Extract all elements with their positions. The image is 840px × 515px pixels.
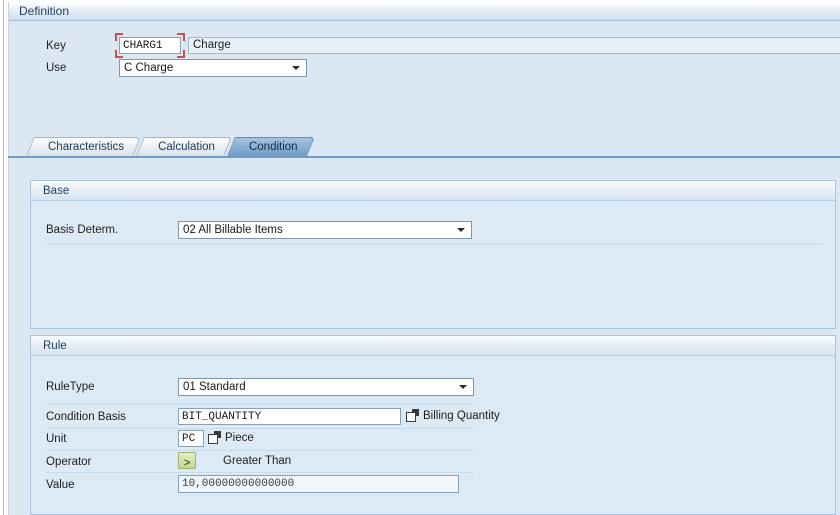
tab-characteristics[interactable]: Characteristics (30, 137, 137, 156)
tab-label: Calculation (158, 141, 215, 153)
row-separator (46, 472, 474, 473)
row-separator (45, 244, 823, 245)
chevron-down-icon (457, 228, 465, 232)
condition-basis-input[interactable] (178, 408, 401, 425)
tabstrip: Characteristics Calculation Condition (30, 137, 314, 156)
unit-input[interactable] (178, 430, 204, 447)
rule-type-combobox[interactable]: 01 Standard (178, 378, 474, 396)
unit-description: Piece (225, 432, 254, 444)
basis-determ-value: 02 All Billable Items (183, 222, 283, 238)
condition-basis-label: Condition Basis (46, 411, 126, 423)
key-label: Key (46, 40, 66, 52)
rule-type-label: RuleType (46, 381, 95, 393)
unit-label: Unit (46, 433, 66, 445)
tab-condition[interactable]: Condition (231, 137, 311, 156)
left-splitter-line (3, 0, 4, 515)
basis-determ-label: Basis Determ. (46, 224, 118, 236)
definition-screen: Definition Key Charge Use C Charge Chara… (0, 0, 840, 515)
tab-label: Characteristics (48, 141, 124, 153)
chevron-down-icon (292, 66, 300, 70)
condition-basis-description: Billing Quantity (423, 410, 500, 422)
chevron-down-icon (459, 385, 467, 389)
rule-group-header: Rule (31, 336, 835, 356)
base-group: Base Basis Determ. 02 All Billable Items (30, 180, 836, 329)
row-separator (46, 404, 474, 405)
row-separator (46, 428, 474, 429)
rule-type-value: 01 Standard (183, 379, 246, 395)
value-help-icon[interactable] (406, 409, 419, 422)
rule-group: Rule RuleType 01 Standard Condition Basi… (30, 335, 836, 515)
use-combobox[interactable]: C Charge (119, 59, 307, 77)
value-label: Value (46, 479, 75, 491)
panel-header: Definition (9, 2, 840, 21)
base-group-header: Base (31, 181, 835, 201)
operator-button[interactable]: > (178, 452, 196, 469)
key-description-field[interactable]: Charge (188, 37, 840, 54)
greater-than-icon: > (184, 458, 191, 470)
use-combobox-value: C Charge (124, 60, 173, 76)
basis-determ-combobox[interactable]: 02 All Billable Items (178, 221, 472, 239)
key-input[interactable] (119, 37, 181, 54)
use-label: Use (46, 62, 66, 74)
tab-calculation[interactable]: Calculation (140, 137, 228, 156)
value-help-icon[interactable] (208, 431, 221, 444)
rule-group-title: Rule (43, 336, 67, 356)
operator-description: Greater Than (223, 455, 291, 467)
tab-label: Condition (249, 141, 298, 153)
value-input[interactable] (178, 475, 459, 493)
base-group-title: Base (43, 181, 69, 201)
panel-title: Definition (19, 2, 69, 21)
row-separator (46, 450, 474, 451)
operator-label: Operator (46, 456, 91, 468)
tabstrip-baseline (8, 156, 840, 158)
